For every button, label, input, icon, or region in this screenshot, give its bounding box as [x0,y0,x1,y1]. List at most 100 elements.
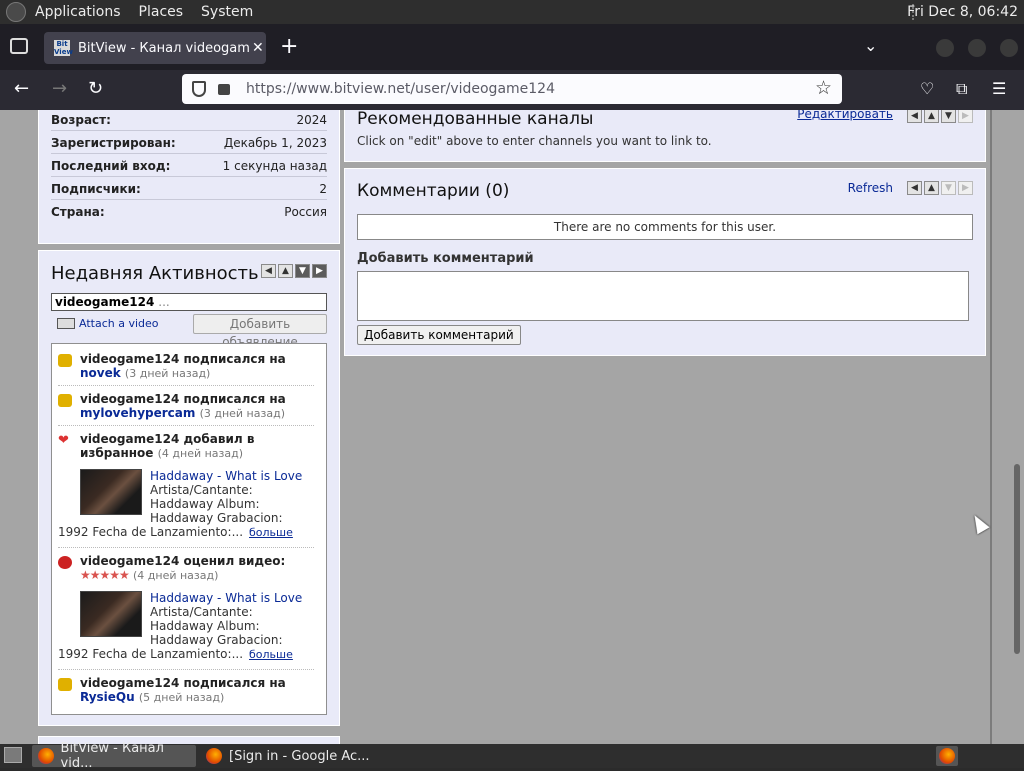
video-description-line: 1992 Fecha de Lanzamiento:... [58,525,244,539]
activity-box-controls: ◀ ▲ ▼ ▶ [261,264,327,278]
page-border-line [990,110,992,744]
move-up-icon[interactable]: ▲ [278,264,293,278]
video-title-link[interactable]: Haddaway - What is Love [150,591,320,605]
activity-time: (4 дней назад) [157,447,244,460]
bookmark-star-icon[interactable]: ☆ [815,77,832,99]
comments-heading: Комментарии (0) [357,181,510,201]
move-down-icon[interactable]: ▼ [941,110,956,123]
no-comments-message: There are no comments for this user. [357,214,973,240]
edit-link[interactable]: Редактировать [797,110,893,121]
video-description: Artista/Cantante: Haddaway Album: Haddaw… [150,605,283,647]
video-entry: Haddaway - What is Love Artista/Cantante… [58,469,314,559]
top-panel: Applications Places System Fri Dec 8, 06… [0,0,1024,24]
heart-icon: ❤ [58,433,69,448]
subscribe-icon [58,354,72,367]
window-minimize-button[interactable] [936,39,954,57]
app-menu-icon[interactable]: ☰ [992,79,1006,98]
recommended-hint: Click on "edit" above to enter channels … [357,134,712,148]
add-post-button[interactable]: Добавить объявление [193,314,327,349]
show-desktop-icon[interactable] [4,747,22,763]
clock[interactable]: Fri Dec 8, 06:42 [907,0,1018,24]
taskbar-item-bitview[interactable]: BitView - Канал vid... [32,741,196,771]
channel-link[interactable]: novek [80,366,121,380]
tracking-protection-icon[interactable] [192,81,206,97]
applications-menu[interactable]: Applications [26,0,130,24]
taskbar-item-google[interactable]: [Sign in - Google Ac... [200,745,372,767]
refresh-link[interactable]: Refresh [848,181,893,195]
firefox-icon [206,748,222,764]
profile-info-box: Возраст: 2024 Зарегистрирован: Декабрь 1, … [38,110,340,244]
firefox-icon [38,748,54,764]
tab-title: BitView - Канал videogame124 [78,40,250,56]
more-link[interactable]: больше [249,526,293,539]
comments-box: Комментарии (0) Refresh ◀ ▲ ▼ ▶ There ar… [344,168,986,356]
channel-link[interactable]: RysieQu [80,690,135,704]
move-up-icon[interactable]: ▲ [924,110,939,123]
extensions-icon[interactable]: ⧉ [956,79,967,99]
pocket-icon[interactable]: ♡ [920,79,934,98]
comments-box-controls: ◀ ▲ ▼ ▶ [907,181,973,195]
profile-row: Зарегистрирован: Декабрь 1, 2023 [51,132,327,154]
move-up-icon[interactable]: ▲ [924,181,939,195]
move-right-icon[interactable]: ▶ [958,110,973,123]
subscribe-icon [58,394,72,407]
forward-icon[interactable]: → [52,78,67,99]
video-title-link[interactable]: Haddaway - What is Love [150,469,320,483]
add-comment-label: Добавить комментарий [357,251,534,266]
move-left-icon[interactable]: ◀ [261,264,276,278]
activity-text: videogame124 оценил видео: [80,554,286,568]
places-menu[interactable]: Places [130,0,193,24]
profile-label: Возраст: [51,113,111,127]
recent-activity-box: Недавняя Активность ◀ ▲ ▼ ▶ videogame124… [38,250,340,726]
activity-text: videogame124 подписался на [80,352,286,366]
video-thumbnail[interactable] [80,591,142,637]
move-down-icon[interactable]: ▼ [941,181,956,195]
comment-textarea[interactable] [357,271,969,321]
profile-value: Декабрь 1, 2023 [223,136,327,150]
profile-label: Страна: [51,205,105,219]
gnome-logo-icon[interactable] [6,2,26,22]
system-menu[interactable]: System [192,0,262,24]
tab-bitview[interactable]: Bit View BitView - Канал videogame124 ✕ [44,32,266,64]
video-description-cont: 1992 Fecha de Lanzamiento:... больше [58,647,298,661]
list-item: videogame124 подписался на novek (3 дней … [58,352,314,386]
star-rating: ★★★★★ [80,568,130,582]
recommended-heading: Рекомендованные каналы [357,110,594,129]
move-right-icon[interactable]: ▶ [312,264,327,278]
status-input[interactable]: videogame124... [51,293,327,311]
subscribe-icon [58,678,72,691]
window-maximize-button[interactable] [968,39,986,57]
firefox-icon [939,748,955,764]
url-text[interactable]: https://www.bitview.net/user/videogame12… [246,81,555,97]
activity-heading: Недавняя Активность [51,263,259,284]
firefox-view-icon[interactable] [10,38,28,54]
move-down-icon[interactable]: ▼ [295,264,310,278]
profile-value: Россия [284,205,327,219]
activity-time: (3 дней назад) [124,367,211,380]
list-item: videogame124 подписался на mylovehypercam… [58,392,314,426]
video-description-line: 1992 Fecha de Lanzamiento:... [58,647,244,661]
lock-icon[interactable] [218,83,230,95]
recommended-box-controls: ◀ ▲ ▼ ▶ [907,110,973,123]
profile-row: Последний вход: 1 секунда назад [51,155,327,177]
channel-link[interactable]: mylovehypercam [80,406,195,420]
move-left-icon[interactable]: ◀ [907,181,922,195]
back-icon[interactable]: ← [14,78,29,99]
reload-icon[interactable]: ↻ [88,78,103,99]
url-bar[interactable]: https://www.bitview.net/user/videogame12… [182,74,842,104]
activity-text: videogame124 подписался на [80,392,286,406]
tray-firefox[interactable] [936,746,958,766]
window-close-button[interactable] [1000,39,1018,57]
attach-video-link[interactable]: Attach a video [57,317,159,330]
close-tab-icon[interactable]: ✕ [252,40,264,56]
list-item: ❤ videogame124 добавил в избранное (4 дн… [58,432,314,548]
move-right-icon[interactable]: ▶ [958,181,973,195]
scrollbar-thumb[interactable] [1014,464,1020,654]
add-comment-button[interactable]: Добавить комментарий [357,325,521,345]
tab-strip: Bit View BitView - Канал videogame124 ✕ … [0,24,1024,70]
move-left-icon[interactable]: ◀ [907,110,922,123]
new-tab-button[interactable]: + [280,34,298,59]
list-all-tabs-icon[interactable]: ⌄ [864,36,877,55]
video-thumbnail[interactable] [80,469,142,515]
more-link[interactable]: больше [249,648,293,661]
